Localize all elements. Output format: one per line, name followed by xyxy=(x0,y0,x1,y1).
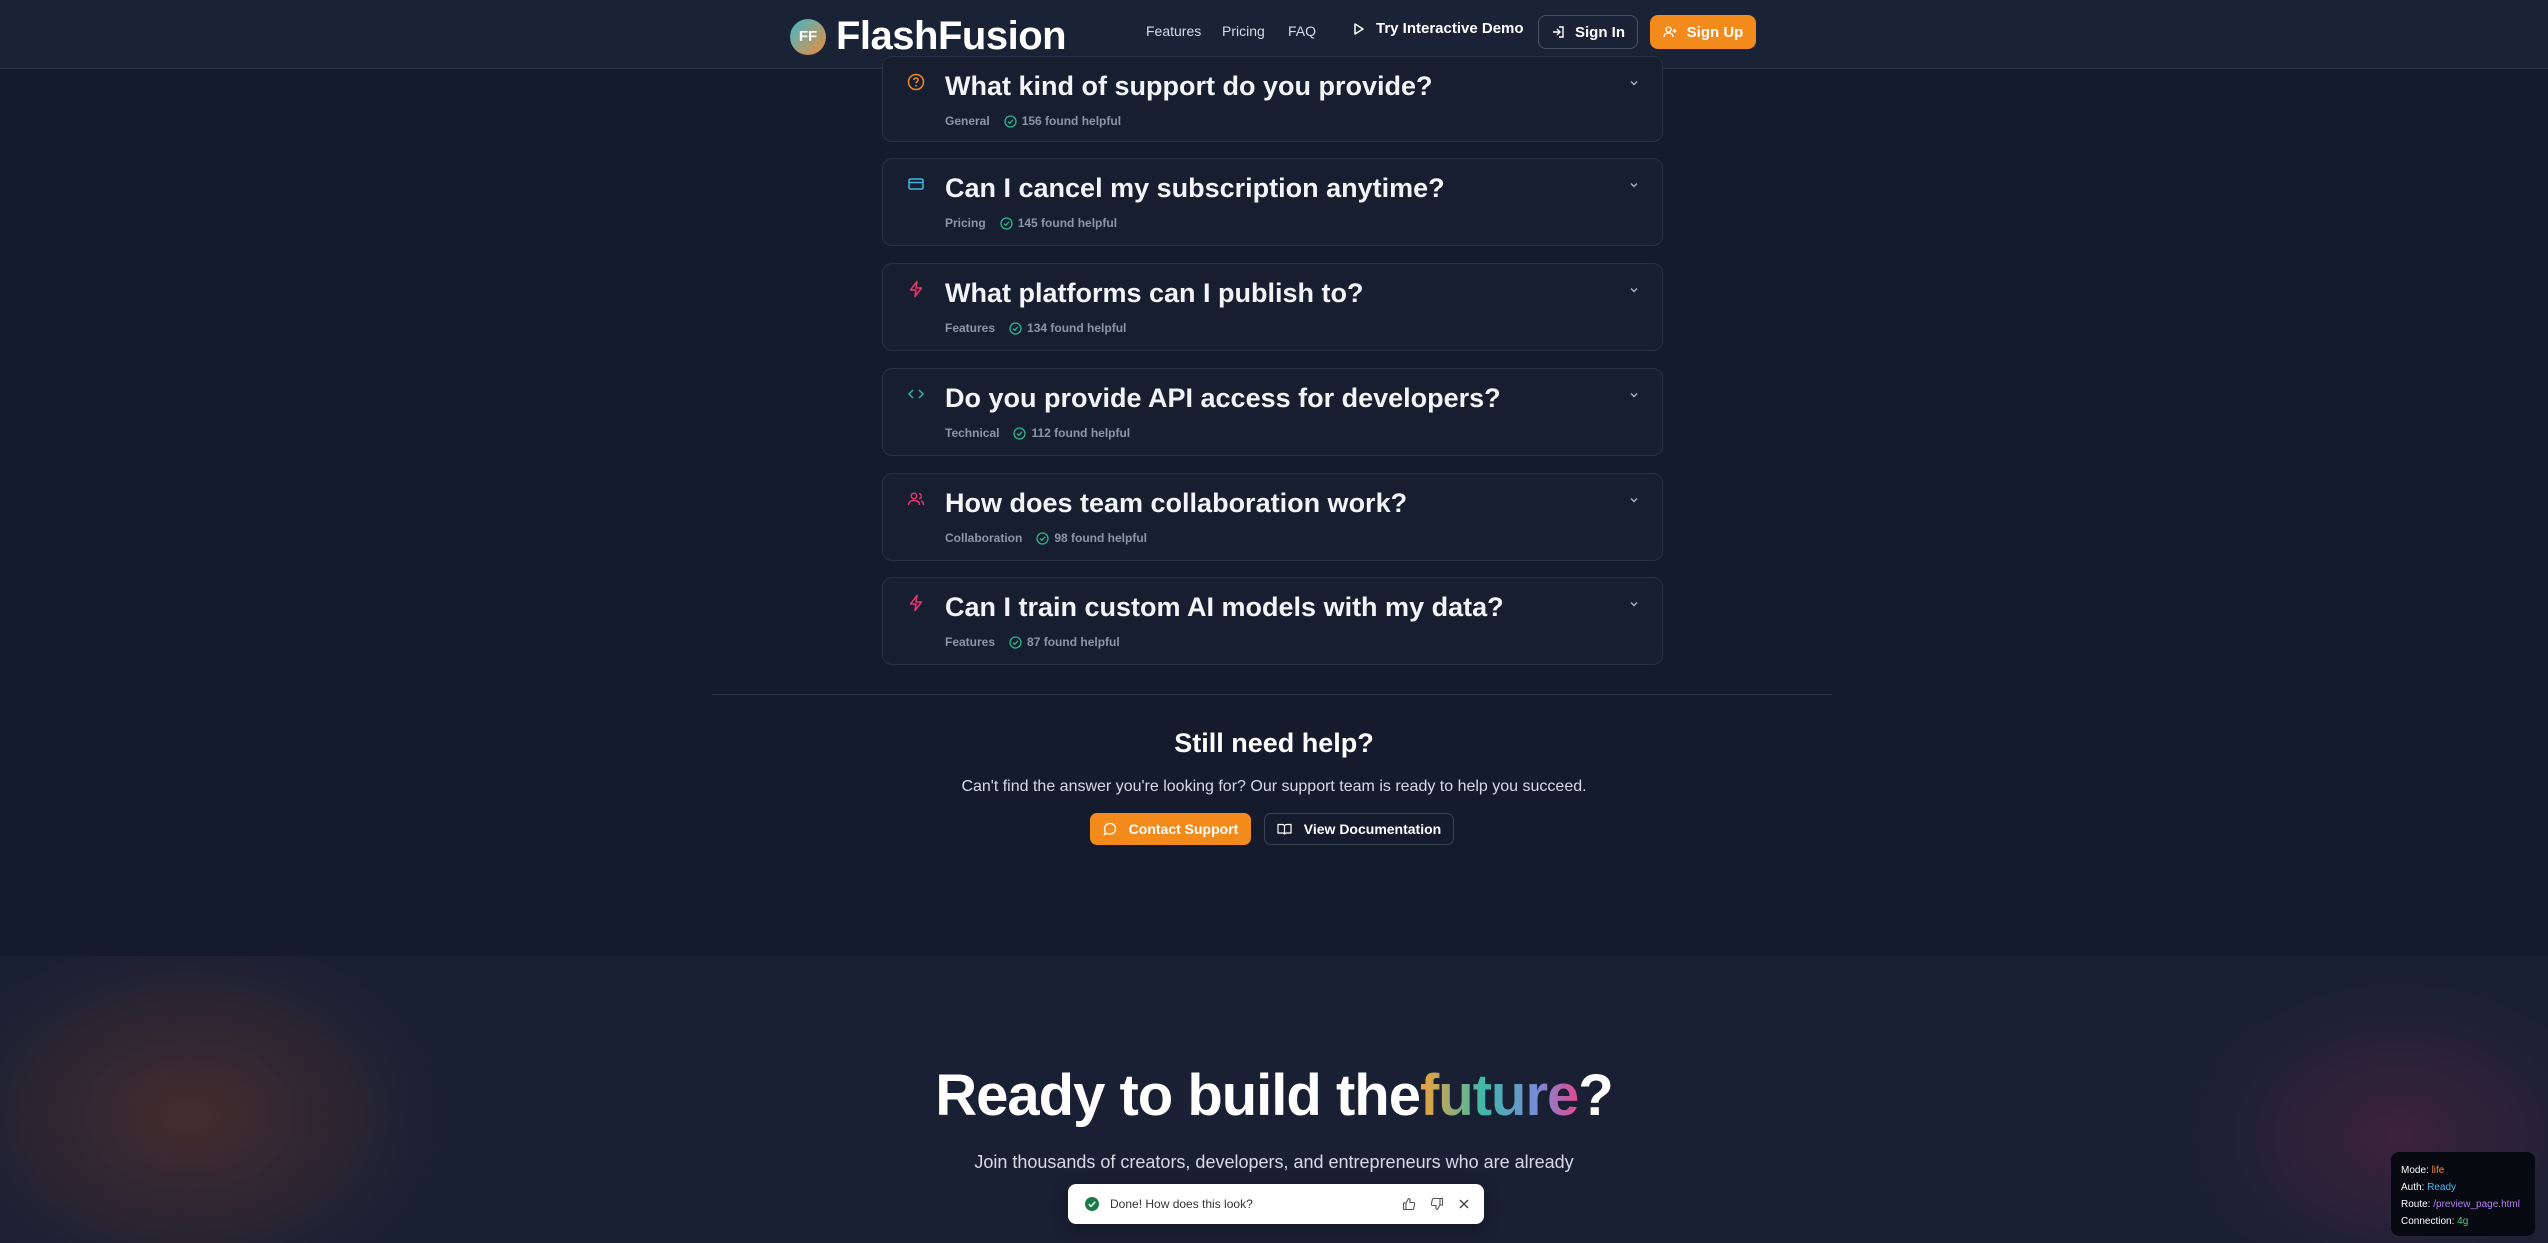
zap-icon xyxy=(909,594,923,612)
faq-helpful-count: 98 found helpful xyxy=(1054,531,1148,545)
check-circle-icon xyxy=(1085,1197,1099,1211)
faq-category: Collaboration xyxy=(945,531,1023,545)
zap-icon xyxy=(909,280,923,298)
help-title: Still need help? xyxy=(1174,728,1374,758)
debug-mode-row: Mode: life xyxy=(2401,1162,2525,1179)
chevron-down-icon[interactable] xyxy=(1628,179,1640,191)
faq-meta: Technical 112 found helpful xyxy=(945,426,1130,440)
faq-question: What platforms can I publish to? xyxy=(945,278,1364,308)
check-circle-icon xyxy=(1004,114,1017,128)
chevron-down-icon[interactable] xyxy=(1628,284,1640,296)
check-circle-icon xyxy=(1013,426,1027,440)
thumbs-up-button[interactable] xyxy=(1402,1197,1416,1211)
contact-support-button[interactable]: Contact Support xyxy=(1090,813,1251,845)
logo-badge: FF xyxy=(790,18,826,55)
users-icon xyxy=(907,492,925,506)
debug-route-row: Route: /preview_page.html xyxy=(2401,1196,2525,1213)
message-circle-icon xyxy=(1103,822,1116,836)
faq-question: Can I train custom AI models with my dat… xyxy=(945,592,1504,622)
thumbs-down-button[interactable] xyxy=(1430,1197,1444,1211)
debug-route-value: /preview_page.html xyxy=(2433,1199,2520,1210)
faq-category: Features xyxy=(945,635,996,649)
check-circle-icon xyxy=(1009,321,1022,335)
sign-up-button[interactable]: Sign Up xyxy=(1650,15,1756,49)
brand-logo[interactable]: FF FlashFusion xyxy=(790,14,1067,59)
faq-meta: General 156 found helpful xyxy=(945,114,1121,128)
faq-item[interactable]: Do you provide API access for developers… xyxy=(882,368,1663,456)
code-icon xyxy=(907,389,925,399)
chevron-down-icon[interactable] xyxy=(1628,389,1640,401)
help-circle-icon xyxy=(907,73,925,91)
play-icon xyxy=(1354,22,1364,35)
faq-helpful-count: 112 found helpful xyxy=(1031,426,1131,440)
close-icon xyxy=(1459,1199,1469,1209)
faq-item[interactable]: What kind of support do you provide? Gen… xyxy=(882,56,1663,142)
faq-question: What kind of support do you provide? xyxy=(945,71,1433,101)
user-plus-icon xyxy=(1663,26,1677,38)
debug-auth-value: Ready xyxy=(2427,1182,2457,1193)
faq-category: General xyxy=(945,114,990,128)
check-circle-icon xyxy=(1009,635,1022,649)
logo-text: FlashFusion xyxy=(836,14,1067,58)
help-subtitle: Can't find the answer you're looking for… xyxy=(961,778,1587,795)
chevron-down-icon[interactable] xyxy=(1628,598,1640,610)
credit-card-icon xyxy=(908,178,924,190)
debug-connection-row: Connection: 4g xyxy=(2401,1213,2525,1230)
faq-category: Features xyxy=(945,321,996,335)
section-divider xyxy=(712,694,1832,695)
sign-up-label: Sign Up xyxy=(1686,23,1744,41)
check-circle-icon xyxy=(1036,531,1049,545)
view-documentation-label: View Documentation xyxy=(1303,821,1442,837)
thumbs-up-icon xyxy=(1402,1197,1416,1211)
nav-link-faq[interactable]: FAQ xyxy=(1288,23,1316,39)
view-documentation-button[interactable]: View Documentation xyxy=(1264,813,1454,845)
faq-helpful-count: 145 found helpful xyxy=(1017,216,1118,230)
try-demo-label: Try Interactive Demo xyxy=(1376,20,1524,37)
faq-category: Pricing xyxy=(945,216,986,230)
log-in-icon xyxy=(1553,26,1564,38)
toast-message: Done! How does this look? xyxy=(1110,1197,1253,1211)
feedback-toast: Done! How does this look? xyxy=(1068,1184,1484,1224)
nav-link-pricing[interactable]: Pricing xyxy=(1222,23,1265,39)
cta-title-suffix: ? xyxy=(1578,1063,1613,1128)
faq-helpful-count: 156 found helpful xyxy=(1021,114,1122,128)
faq-meta: Collaboration 98 found helpful xyxy=(945,531,1147,545)
debug-route-label: Route: xyxy=(2401,1199,2431,1210)
cta-title-highlight: future xyxy=(1419,1063,1579,1128)
close-toast-button[interactable] xyxy=(1458,1198,1470,1210)
faq-meta: Features 87 found helpful xyxy=(945,635,1120,649)
check-circle-icon xyxy=(1000,216,1013,230)
cta-subtitle: Join thousands of creators, developers, … xyxy=(974,1152,1574,1172)
contact-support-label: Contact Support xyxy=(1128,821,1239,837)
faq-helpful-count: 87 found helpful xyxy=(1027,635,1120,649)
try-demo-button[interactable]: Try Interactive Demo xyxy=(1352,20,1524,37)
debug-status-panel: Mode: life Auth: Ready Route: /preview_p… xyxy=(2391,1152,2535,1236)
debug-mode-label: Mode: xyxy=(2401,1165,2429,1176)
nav-link-features[interactable]: Features xyxy=(1146,23,1201,39)
debug-mode-value: life xyxy=(2431,1165,2445,1176)
sign-in-button[interactable]: Sign In xyxy=(1538,15,1638,49)
faq-question: How does team collaboration work? xyxy=(945,488,1408,518)
faq-item[interactable]: Can I train custom AI models with my dat… xyxy=(882,577,1663,665)
chevron-down-icon[interactable] xyxy=(1628,77,1640,89)
faq-helpful-count: 134 found helpful xyxy=(1027,321,1127,335)
book-open-icon xyxy=(1277,823,1292,835)
faq-item[interactable]: How does team collaboration work? Collab… xyxy=(882,473,1663,561)
cta-title: Ready to build thefuture? xyxy=(0,1062,2548,1129)
chevron-down-icon[interactable] xyxy=(1628,494,1640,506)
debug-auth-row: Auth: Ready xyxy=(2401,1179,2525,1196)
debug-auth-label: Auth: xyxy=(2401,1182,2425,1193)
faq-meta: Features 134 found helpful xyxy=(945,321,1126,335)
debug-connection-value: 4g xyxy=(2457,1216,2469,1227)
faq-meta: Pricing 145 found helpful xyxy=(945,216,1117,230)
faq-question: Do you provide API access for developers… xyxy=(945,383,1501,413)
cta-title-prefix: Ready to build the xyxy=(935,1063,1421,1128)
faq-item[interactable]: Can I cancel my subscription anytime? Pr… xyxy=(882,158,1663,246)
sign-in-label: Sign In xyxy=(1575,23,1625,41)
faq-item[interactable]: What platforms can I publish to? Feature… xyxy=(882,263,1663,351)
debug-connection-label: Connection: xyxy=(2401,1216,2455,1227)
faq-question: Can I cancel my subscription anytime? xyxy=(945,173,1445,203)
thumbs-down-icon xyxy=(1430,1197,1444,1211)
faq-category: Technical xyxy=(945,426,1000,440)
